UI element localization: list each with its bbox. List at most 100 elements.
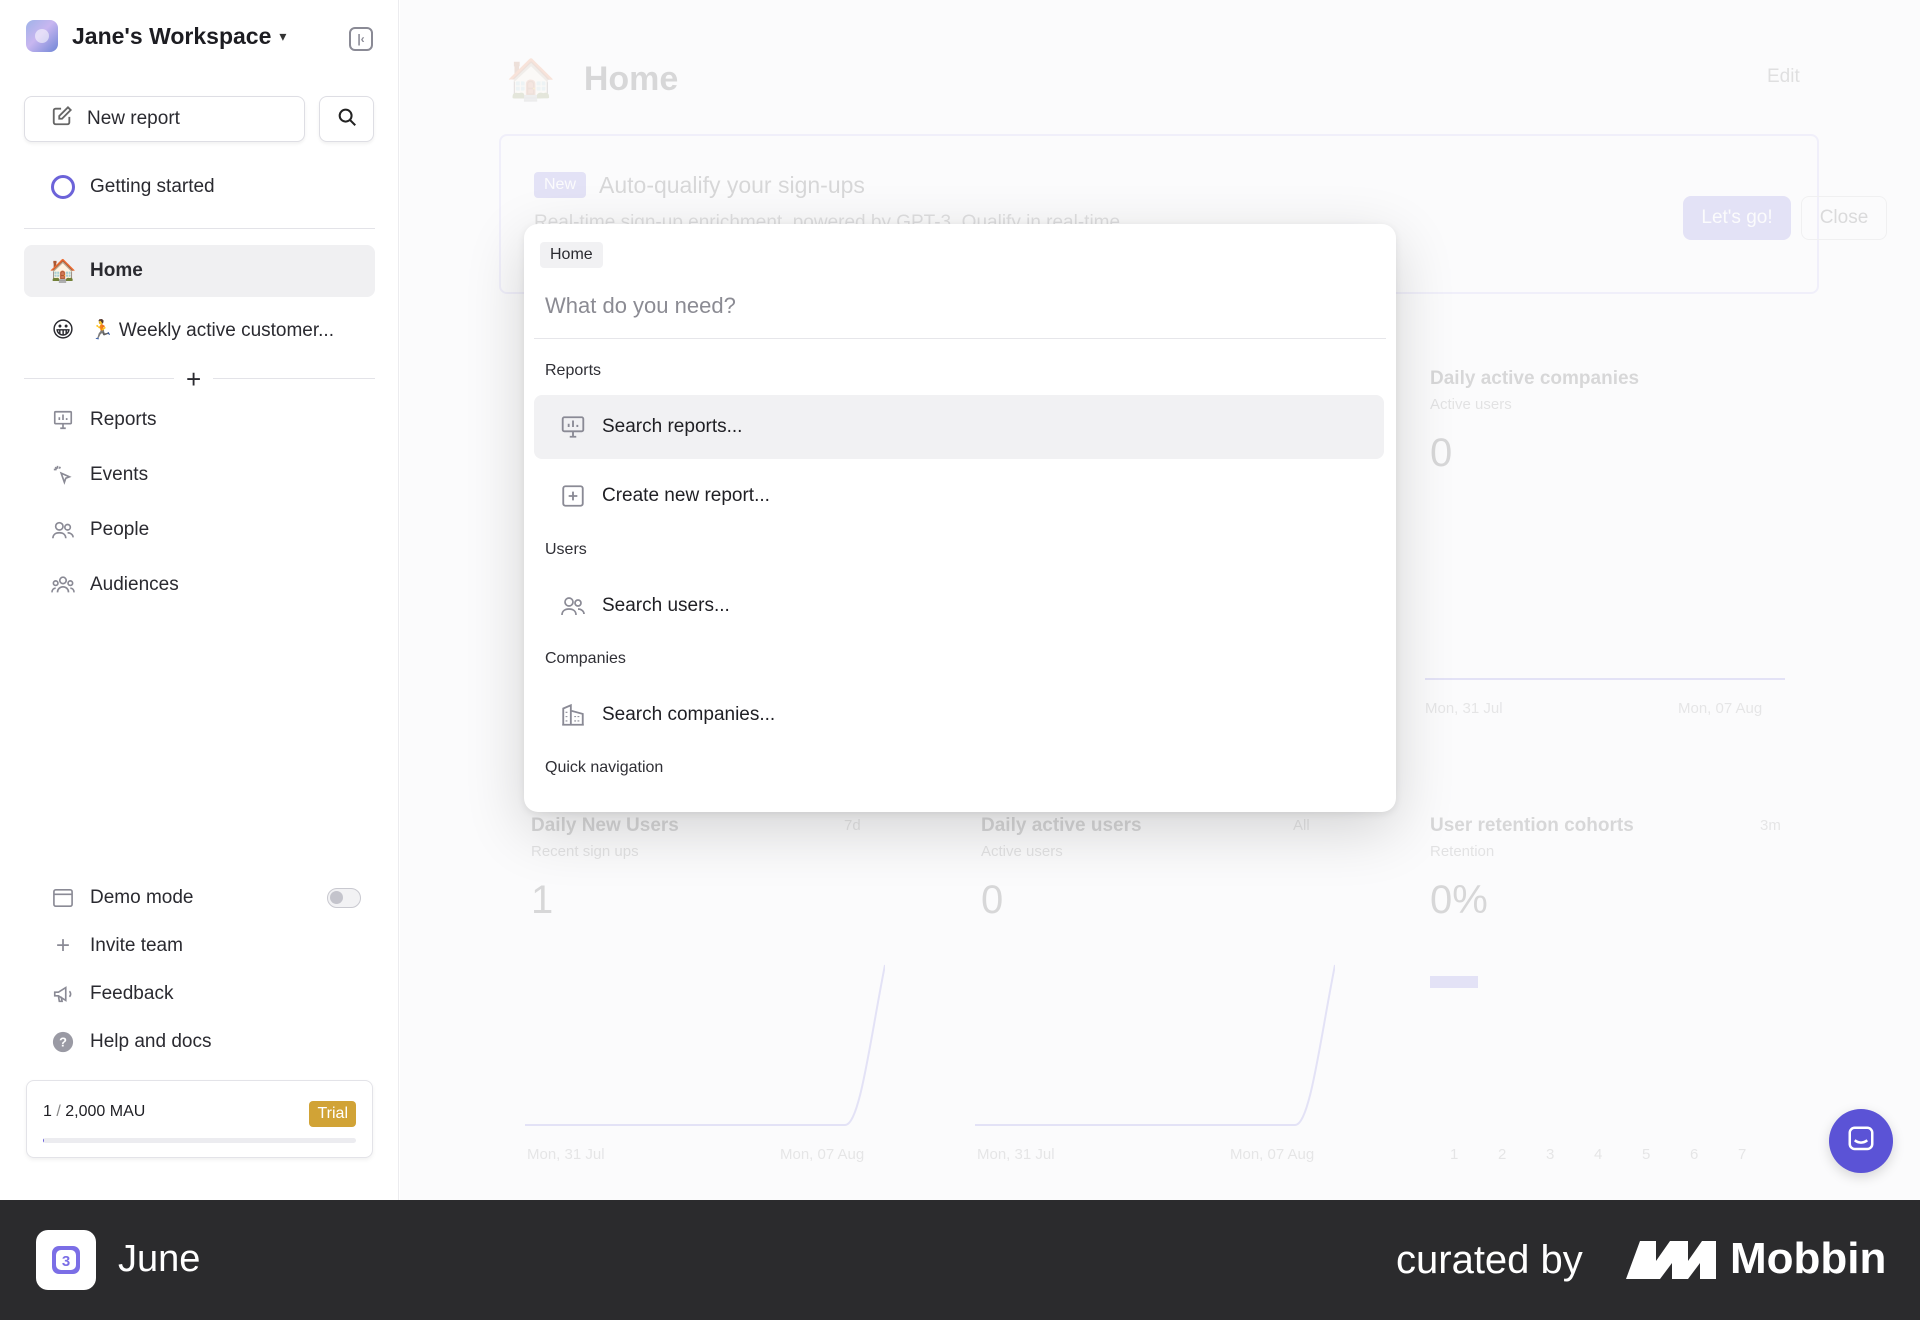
card-title: User retention cohorts [1430, 815, 1634, 836]
option-search-reports[interactable]: Search reports... [534, 395, 1384, 459]
help-docs-button[interactable]: ? Help and docs [24, 1022, 375, 1062]
mau-progress-fill [43, 1138, 44, 1143]
mobbin-wordmark: Mobbin [1730, 1234, 1887, 1283]
feedback-button[interactable]: Feedback [24, 974, 375, 1014]
command-search-input[interactable] [545, 286, 1365, 326]
page-title-text: Home [583, 60, 679, 98]
section-quick-navigation: Quick navigation [545, 759, 664, 776]
plan-badge: Trial [309, 1101, 356, 1127]
card-subtitle: Active users [981, 843, 1063, 860]
card-value: 0% [1430, 878, 1488, 922]
presentation-chart-icon [558, 414, 588, 440]
axis-label: Mon, 07 Aug [1230, 1146, 1315, 1163]
retention-tick-label: 6 [1690, 1146, 1699, 1163]
users-icon [558, 594, 588, 618]
invite-team-button[interactable]: + Invite team [24, 926, 375, 966]
range-label: 3m [1760, 817, 1781, 834]
sidebar-item-events[interactable]: Events [24, 449, 375, 501]
footer-bar: 3 June curated by Mobbin [0, 1200, 1920, 1320]
chart-baseline [1425, 678, 1785, 680]
sidebar-item-getting-started[interactable]: Getting started [24, 161, 375, 213]
card-user-retention-cohorts[interactable]: User retention cohorts Retention 0% [1430, 815, 1850, 923]
banner-title: Auto-qualify your sign-ups [599, 172, 865, 198]
new-report-label: New report [87, 108, 180, 129]
axis-label: Mon, 31 Jul [977, 1146, 1055, 1163]
chat-launcher-button[interactable] [1829, 1109, 1893, 1173]
pencil-square-icon [51, 105, 73, 133]
sidebar-item-label: People [90, 519, 150, 540]
sidebar-item-label: Getting started [90, 176, 215, 197]
search-button[interactable] [319, 96, 374, 142]
retention-tick-label: 2 [1498, 1146, 1507, 1163]
mau-limit: 2,000 MAU [65, 1103, 146, 1120]
modal-divider [534, 338, 1386, 339]
command-palette: Home Reports Search reports... Create ne… [524, 224, 1396, 812]
card-daily-active-companies[interactable]: Daily active companies Active users 0 [1430, 368, 1850, 476]
breadcrumb: Home [540, 242, 603, 268]
sidebar-item-label: 🏃 Weekly active customer... [90, 320, 334, 341]
sidebar-item-label: Home [90, 260, 143, 281]
svg-text:?: ? [59, 1035, 67, 1050]
edit-button[interactable]: Edit [1767, 66, 1800, 88]
option-create-new-report[interactable]: Create new report... [534, 464, 1384, 528]
card-daily-new-users[interactable]: Daily New Users Recent sign ups 1 [531, 815, 951, 923]
card-title: Daily active users [981, 815, 1142, 836]
sidebar-item-weekly-active-customers[interactable]: 😀 🏃 Weekly active customer... [24, 304, 375, 356]
card-title: Daily active companies [1430, 368, 1640, 389]
card-daily-active-users[interactable]: Daily active users Active users 0 [981, 815, 1401, 923]
card-subtitle: Active users [1430, 396, 1512, 413]
page-title: 🏠 Home [506, 56, 678, 103]
chat-bubble-icon [1846, 1124, 1876, 1159]
sidebar-item-reports[interactable]: Reports [24, 394, 375, 446]
sidebar-divider [213, 378, 375, 379]
banner-close-button[interactable]: Close [1801, 196, 1887, 240]
new-report-button[interactable]: New report [24, 96, 305, 142]
range-label: 7d [844, 817, 861, 834]
collapse-sidebar-icon[interactable]: |‹ [349, 27, 373, 51]
mau-usage-text: 1 / 2,000 MAU [43, 1103, 145, 1121]
lets-go-button[interactable]: Let's go! [1683, 196, 1791, 240]
svg-text:3: 3 [62, 1253, 70, 1270]
new-badge: New [534, 172, 587, 198]
retention-tick-label: 1 [1450, 1146, 1459, 1163]
workspace-name: Jane's Workspace [72, 22, 272, 49]
sparkline-new-users [525, 964, 885, 1126]
card-value: 0 [981, 878, 1004, 922]
sidebar-item-people[interactable]: People [24, 504, 375, 556]
add-pinned-icon[interactable]: + [186, 364, 201, 395]
presentation-chart-icon [50, 409, 76, 431]
progress-ring-icon [50, 175, 76, 199]
range-label: All [1293, 817, 1310, 834]
option-search-companies[interactable]: Search companies... [534, 683, 1384, 747]
sidebar-item-label: Events [90, 464, 149, 485]
user-group-icon [50, 574, 76, 596]
demo-mode-toggle[interactable] [327, 888, 361, 908]
card-value: 0 [1430, 431, 1453, 475]
app-name: June [118, 1238, 201, 1280]
option-label: Search companies... [602, 704, 776, 725]
card-value: 1 [531, 878, 554, 922]
invite-team-label: Invite team [90, 935, 183, 956]
option-search-users[interactable]: Search users... [534, 574, 1384, 638]
retention-tick-label: 7 [1738, 1146, 1747, 1163]
section-reports: Reports [545, 362, 602, 379]
demo-mode-label: Demo mode [90, 887, 194, 908]
axis-label: Mon, 07 Aug [1678, 700, 1763, 717]
sidebar-item-audiences[interactable]: Audiences [24, 559, 375, 611]
sidebar-divider [24, 228, 375, 229]
grinning-face-icon: 😀 [51, 317, 75, 342]
mobbin-logo-mark [1626, 1241, 1716, 1279]
option-label: Search reports... [602, 416, 743, 437]
sidebar-item-label: Audiences [90, 574, 179, 595]
building-icon [558, 702, 588, 728]
question-circle-icon: ? [50, 1031, 76, 1053]
mau-usage-card[interactable]: 1 / 2,000 MAU Trial [26, 1080, 373, 1158]
retention-tick-label: 5 [1642, 1146, 1651, 1163]
users-icon [50, 519, 76, 541]
workspace-switcher[interactable]: Jane's Workspace ▾ [26, 20, 286, 52]
sidebar-item-home[interactable]: 🏠 Home [24, 245, 375, 297]
demo-mode-row[interactable]: Demo mode [24, 878, 375, 918]
mau-progress-bar [43, 1138, 356, 1143]
card-title: Daily New Users [531, 815, 679, 836]
cursor-click-icon [50, 464, 76, 486]
